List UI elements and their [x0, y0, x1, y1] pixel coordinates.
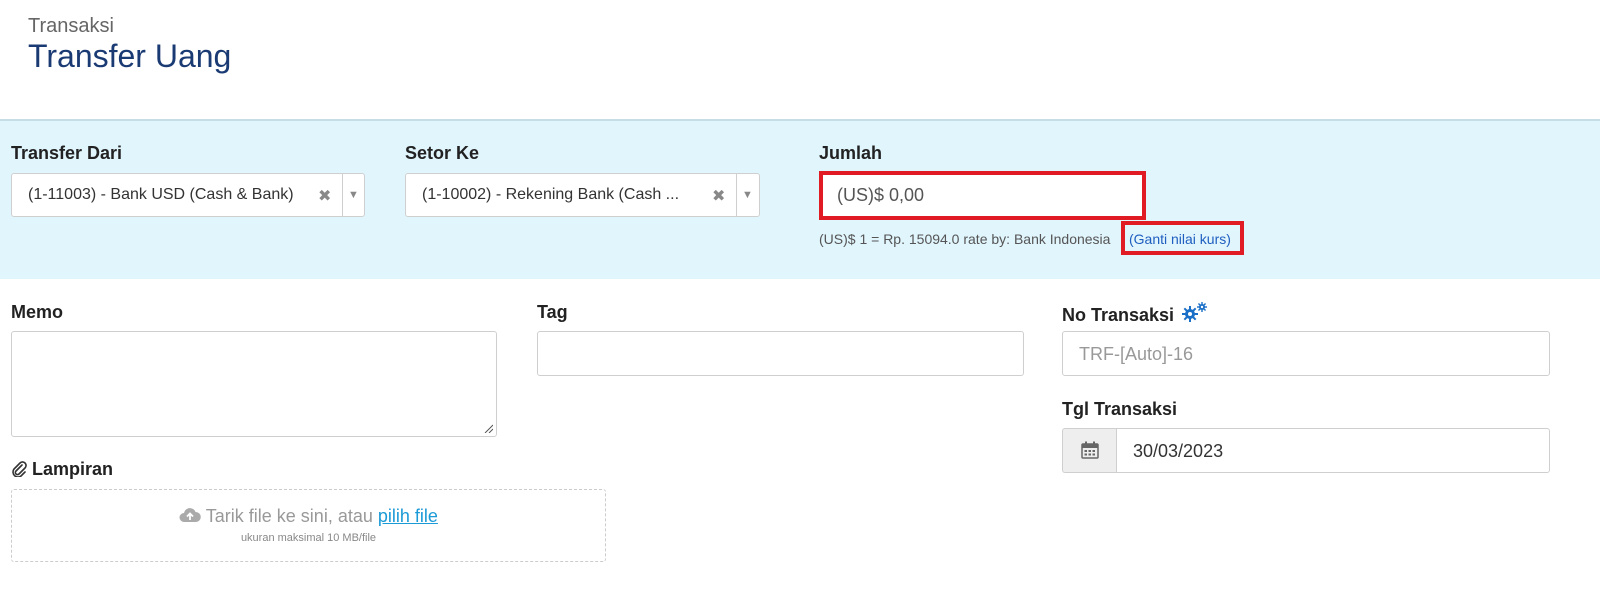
paperclip-icon [12, 461, 27, 478]
deposit-to-label: Setor Ke [405, 143, 480, 163]
gears-icon[interactable] [1181, 302, 1211, 324]
change-rate-highlight: (Ganti nilai kurs) [1121, 221, 1244, 255]
deposit-to-value: (1-10002) - Rekening Bank (Cash ... [422, 186, 680, 203]
amount-input[interactable]: (US)$ 0,00 [819, 171, 1146, 220]
resize-handle-icon[interactable] [483, 423, 493, 433]
attachment-label: Lampiran [11, 459, 113, 480]
page-subtitle: Transaksi [28, 15, 114, 37]
dropzone-text: Tarik file ke sini, atau pilih file [12, 506, 605, 527]
transaction-no-label-text: No Transaksi [1062, 305, 1175, 325]
transaction-date-label: Tgl Transaksi [1062, 399, 1178, 419]
memo-label: Memo [11, 302, 64, 322]
attachment-label-text: Lampiran [32, 459, 114, 479]
transfer-from-value: (1-11003) - Bank USD (Cash & Bank) [28, 186, 294, 203]
amount-value: (US)$ 0,00 [837, 185, 925, 205]
clear-icon[interactable]: ✖ [318, 186, 331, 206]
page-title: Transfer Uang [28, 38, 232, 74]
amount-label: Jumlah [819, 143, 883, 163]
page-header: Transaksi Transfer Uang [28, 14, 231, 74]
tag-label: Tag [537, 302, 568, 322]
cloud-upload-icon [179, 508, 201, 522]
max-size-text: ukuran maksimal 10 MB/file [240, 532, 377, 544]
tag-input[interactable] [537, 331, 1024, 376]
deposit-to-select[interactable]: (1-10002) - Rekening Bank (Cash ... ✖ ▼ [405, 173, 760, 217]
file-dropzone[interactable]: Tarik file ke sini, atau pilih file ukur… [11, 489, 606, 562]
transaction-no-placeholder: TRF-[Auto]-16 [1079, 344, 1194, 364]
calendar-addon[interactable] [1062, 428, 1117, 473]
transfer-from-label: Transfer Dari [11, 143, 123, 163]
change-rate-link[interactable]: (Ganti nilai kurs) [1129, 231, 1231, 247]
clear-icon[interactable]: ✖ [712, 186, 725, 206]
transaction-no-input[interactable]: TRF-[Auto]-16 [1062, 331, 1550, 376]
transaction-date-input[interactable]: 30/03/2023 [1116, 428, 1550, 473]
transfer-from-select[interactable]: (1-11003) - Bank USD (Cash & Bank) ✖ ▼ [11, 173, 365, 217]
calendar-icon [1081, 441, 1099, 459]
chevron-down-icon[interactable]: ▼ [348, 189, 359, 201]
pick-file-link[interactable]: pilih file [378, 506, 438, 526]
transaction-date-value: 30/03/2023 [1133, 441, 1224, 461]
select-divider [736, 174, 737, 216]
transaction-no-label: No Transaksi [1062, 302, 1211, 326]
select-divider [342, 174, 343, 216]
memo-textarea[interactable] [11, 331, 497, 437]
chevron-down-icon[interactable]: ▼ [742, 189, 753, 201]
dropzone-hint: Tarik file ke sini, atau [205, 506, 378, 526]
exchange-rate-text: (US)$ 1 = Rp. 15094.0 rate by: Bank Indo… [819, 231, 1111, 247]
